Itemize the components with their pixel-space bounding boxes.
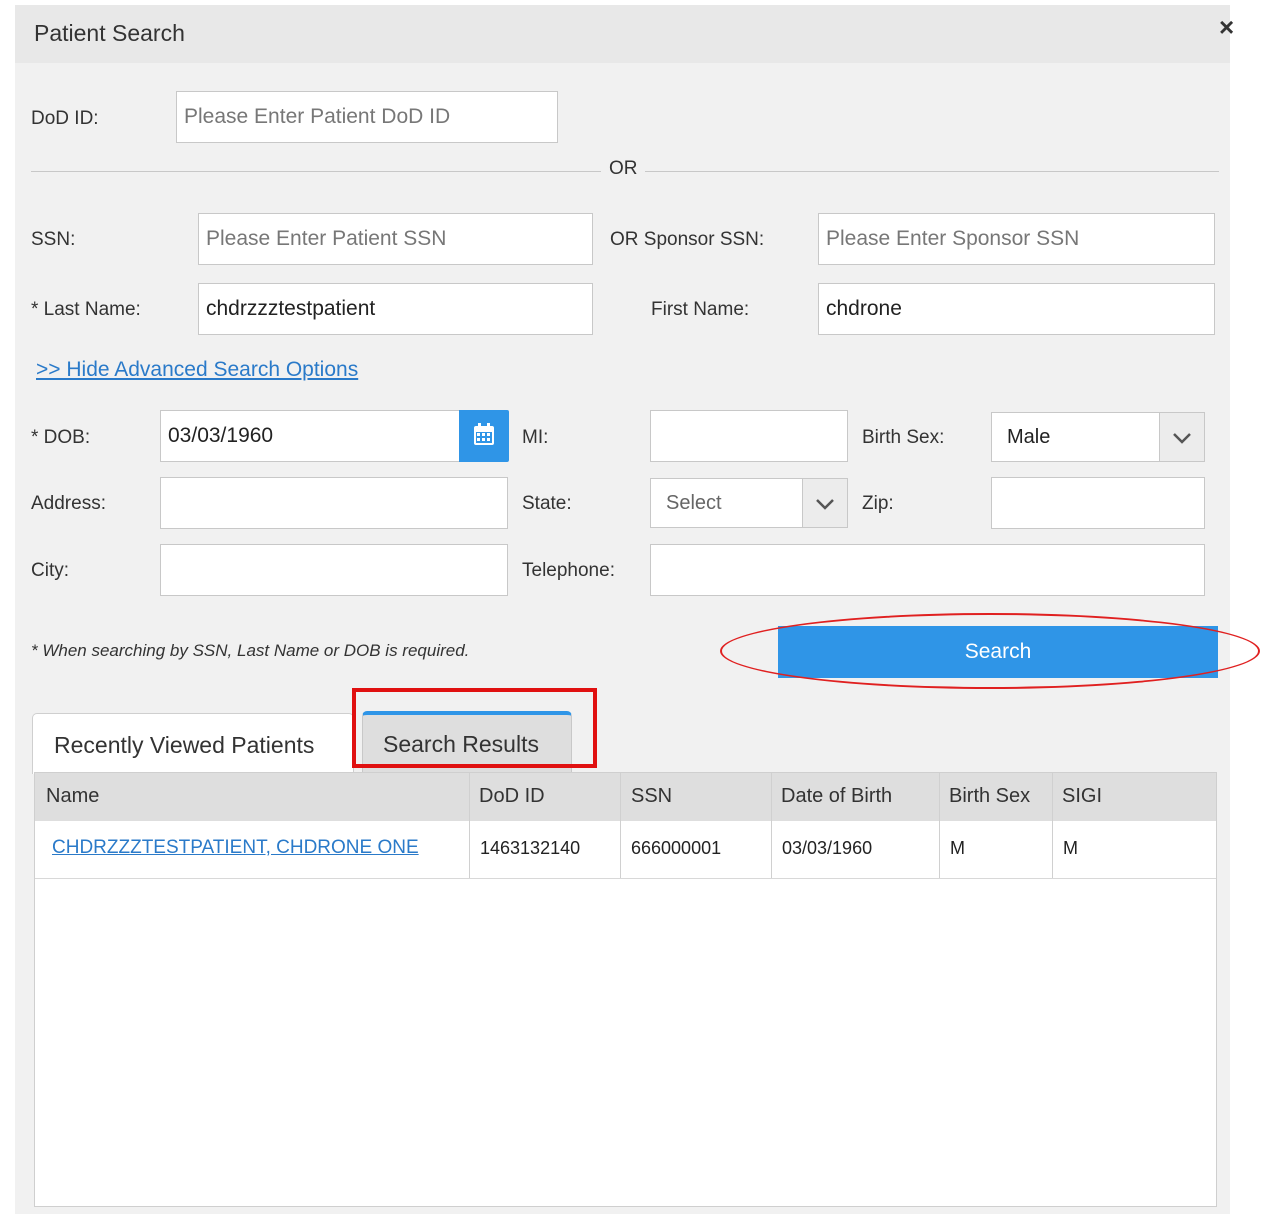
state-select[interactable]: Select [650,478,848,528]
zip-label: Zip: [862,493,894,514]
cell-ssn: 666000001 [631,838,722,858]
dob-input[interactable] [160,410,460,462]
column-header-sigi[interactable]: SIGI [1062,785,1102,808]
hide-advanced-search-link[interactable]: >> Hide Advanced Search Options [36,358,358,382]
or-text: OR [609,158,638,179]
sponsor-ssn-label: OR Sponsor SSN: [610,229,765,250]
mi-label: MI: [522,427,549,448]
dialog-title: Patient Search [34,20,185,46]
dob-label: * DOB: [31,427,91,448]
cell-sigi: M [1063,838,1078,858]
cell-dod-id: 1463132140 [480,838,581,858]
search-button[interactable]: Search [778,626,1218,678]
dod-id-label: DoD ID: [31,108,99,129]
telephone-input[interactable] [650,544,1205,596]
mi-input[interactable] [650,410,848,462]
column-header-birth-sex[interactable]: Birth Sex [949,785,1030,808]
birth-sex-select[interactable]: Male [991,412,1205,462]
or-divider-right [645,171,1219,172]
birth-sex-label: Birth Sex: [862,427,945,448]
tab-recently-viewed-patients[interactable]: Recently Viewed Patients [32,713,354,774]
state-selected: Select [666,492,722,514]
state-label: State: [522,493,572,514]
tab-label: Search Results [383,731,539,757]
results-table: Name DoD ID SSN Date of Birth Birth Sex … [34,772,1217,1207]
address-label: Address: [31,493,106,514]
last-name-label: * Last Name: [31,299,141,320]
tab-label: Recently Viewed Patients [54,732,315,758]
calendar-button[interactable] [459,410,509,462]
last-name-input[interactable] [198,283,593,335]
required-note: * When searching by SSN, Last Name or DO… [31,641,470,660]
dod-id-input[interactable] [176,91,558,143]
column-header-name[interactable]: Name [46,785,99,808]
ssn-input[interactable] [198,213,593,265]
tab-search-results[interactable]: Search Results [362,711,572,773]
patient-name-link[interactable]: CHDRZZZTESTPATIENT, CHDRONE ONE [52,837,419,859]
cell-dob: 03/03/1960 [782,838,873,858]
city-label: City: [31,560,69,581]
close-icon[interactable]: × [1219,14,1241,40]
city-input[interactable] [160,544,508,596]
address-input[interactable] [160,477,508,529]
birth-sex-selected: Male [1007,426,1051,448]
or-divider-left [31,171,601,172]
telephone-label: Telephone: [522,560,615,581]
column-header-dod-id[interactable]: DoD ID [479,785,545,808]
ssn-label: SSN: [31,229,76,250]
calendar-icon [474,423,494,445]
first-name-label: First Name: [651,299,750,320]
table-row[interactable]: CHDRZZZTESTPATIENT, CHDRONE ONE 14631321… [35,821,1216,879]
chevron-down-icon[interactable] [1159,413,1204,461]
column-header-dob[interactable]: Date of Birth [781,785,892,808]
chevron-down-icon[interactable] [802,479,847,527]
first-name-input[interactable] [818,283,1215,335]
sponsor-ssn-input[interactable] [818,213,1215,265]
column-header-ssn[interactable]: SSN [631,785,672,808]
dialog-titlebar: Patient Search × [15,5,1234,63]
zip-input[interactable] [991,477,1205,529]
cell-birth-sex: M [950,838,965,858]
table-header: Name DoD ID SSN Date of Birth Birth Sex … [35,773,1216,821]
